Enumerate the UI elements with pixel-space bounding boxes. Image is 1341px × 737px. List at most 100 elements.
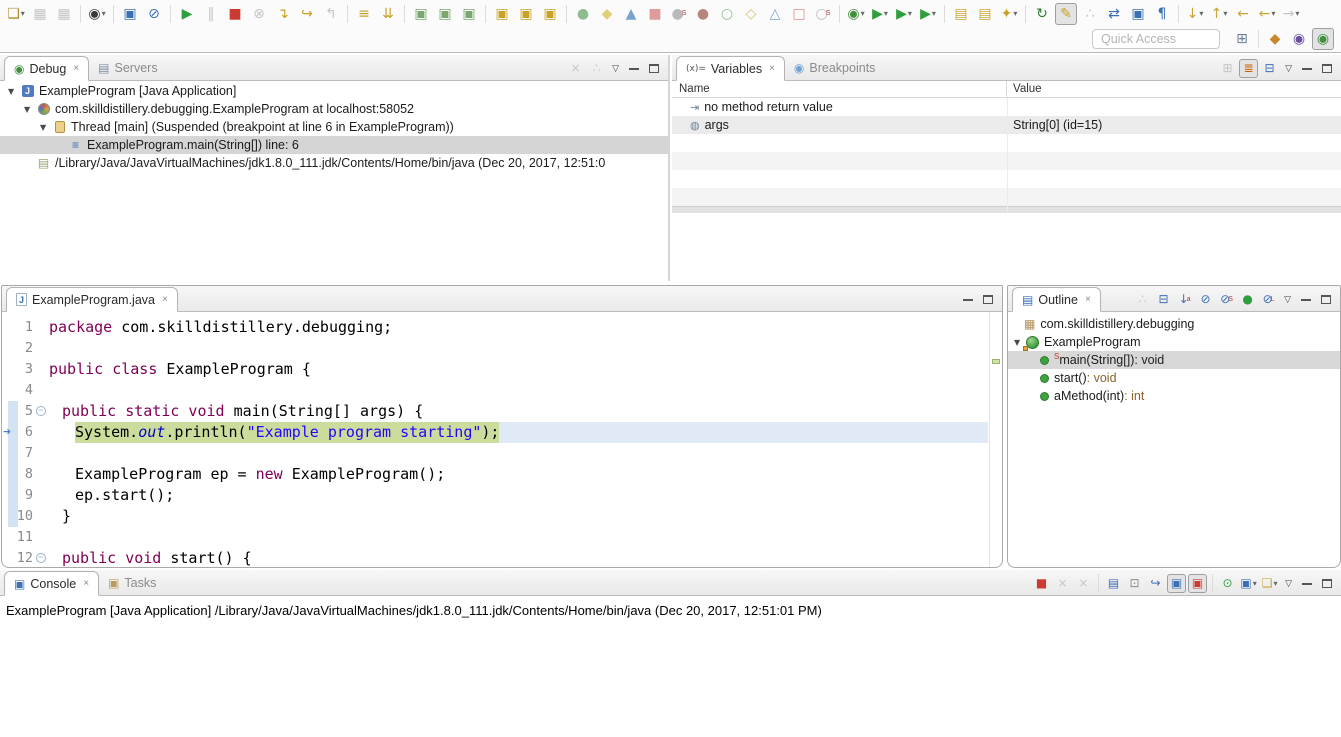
tab-outline[interactable]: ▤ Outline × [1012,287,1101,312]
layout-icon-1[interactable]: ▣ [410,3,432,25]
remove-all-launches-icon[interactable]: × [1074,574,1093,593]
step-into-icon[interactable]: ↴ [272,3,294,25]
maximize-icon[interactable] [983,295,993,304]
debug-perspective-icon[interactable]: ◉ [1312,28,1334,50]
close-icon[interactable]: × [162,294,168,305]
show-type-names-icon[interactable]: ⊞ [1218,59,1237,78]
minimize-icon[interactable] [1302,577,1312,585]
next-annotation-icon[interactable]: ↓▾ [1184,3,1206,25]
marker-gray-ring-s-icon[interactable]: ○S [812,3,834,25]
view-menu-icon[interactable]: ▽ [612,63,619,74]
tab-breakpoints[interactable]: ◉ Breakpoints [785,55,885,80]
column-name[interactable]: Name [672,81,1007,97]
debug-tree-item[interactable]: ▼Thread [main] (Suspended (breakpoint at… [0,118,668,136]
console-monitor-icon[interactable]: ▣ [119,3,141,25]
terminate-icon[interactable]: ■ [224,3,246,25]
debug-icon[interactable]: ◉▾ [845,3,867,25]
tab-variables[interactable]: (x)= Variables × [676,56,785,81]
layout-icon-3[interactable]: ▣ [458,3,480,25]
save-all-icon[interactable]: ▦ [53,3,75,25]
code-line[interactable]: 11 [2,527,1002,548]
pin-console-icon[interactable]: ⊙ [1218,574,1237,593]
show-stderr-icon[interactable]: ▣ [1188,574,1207,593]
display-console-icon[interactable]: ▣▾ [1239,574,1258,593]
quick-access-input[interactable] [1092,29,1220,49]
console-terminate-icon[interactable]: ■ [1032,574,1051,593]
maximize-icon[interactable] [649,64,659,73]
code-line[interactable]: 10} [2,506,1002,527]
hide-static-icon[interactable]: ⊘S [1217,290,1236,309]
close-icon[interactable]: × [1085,294,1091,305]
collapse-all-icon[interactable]: ⊟ [1154,290,1173,309]
tab-servers[interactable]: ▤ Servers [89,55,166,80]
close-icon[interactable]: × [769,63,775,74]
tab-tasks[interactable]: ▣ Tasks [99,570,165,595]
outline-item[interactable]: Smain(String[]) : void [1008,351,1340,369]
layout-icon-4[interactable]: ▣ [491,3,513,25]
remove-terminated-icon[interactable]: × [566,59,585,78]
code-line[interactable]: 5−public static void main(String[] args)… [2,401,1002,422]
new-wizard-icon[interactable]: ❏▾ [5,3,27,25]
view-menu-icon[interactable]: ▽ [1284,294,1291,305]
column-value[interactable]: Value [1007,81,1341,97]
disconnect-icon[interactable]: ⊗ [248,3,270,25]
view-dots-icon[interactable]: ∴ [587,59,606,78]
user-profile-icon[interactable]: ◉▾ [86,3,108,25]
step-filters-icon[interactable]: ≡ [353,3,375,25]
open-perspective-icon[interactable]: ⊞ [1231,28,1253,50]
code-line[interactable]: 7 [2,443,1002,464]
hide-non-public-icon[interactable]: ● [1238,290,1257,309]
outline-item[interactable]: start() : void [1008,369,1340,387]
java-perspective-icon[interactable]: ◉ [1288,28,1310,50]
code-line[interactable]: 2 [2,338,1002,359]
coverage-icon[interactable]: ▶▾ [893,3,915,25]
hide-local-types-icon[interactable]: ⊘L [1259,290,1278,309]
code-line[interactable]: 1package com.skilldistillery.debugging; [2,317,1002,338]
overview-marker-current-line[interactable] [992,359,1000,364]
code-line[interactable]: ➜6System.out.println("Example program st… [2,422,1002,443]
tab-console[interactable]: ▣ Console × [4,571,99,596]
code-line[interactable]: 4 [2,380,1002,401]
outline-item[interactable]: ▦com.skilldistillery.debugging [1008,315,1340,333]
word-wrap-icon[interactable]: ↪ [1146,574,1165,593]
hide-fields-icon[interactable]: ⊘ [1196,290,1215,309]
marker-gray-circle-s-icon[interactable]: ●S [668,3,690,25]
run-icon[interactable]: ▶▾ [869,3,891,25]
code-line[interactable]: 8ExampleProgram ep = new ExampleProgram(… [2,464,1002,485]
remove-launch-icon[interactable]: × [1053,574,1072,593]
clear-console-icon[interactable]: ▤ [1104,574,1123,593]
open-resource-icon[interactable]: ▤ [974,3,996,25]
show-logical-structures-icon[interactable]: ≣ [1239,59,1258,78]
tab-debug[interactable]: ◉ Debug × [4,56,89,81]
tab-editor-file[interactable]: J ExampleProgram.java × [6,287,178,312]
save-icon[interactable]: ▦ [29,3,51,25]
code-line[interactable]: 9ep.start(); [2,485,1002,506]
debug-tree-item[interactable]: ▼≡ExampleProgram.main(String[]) line: 6 [0,136,668,154]
minimize-icon[interactable] [963,293,973,301]
debug-tree-item[interactable]: ▼com.skilldistillery.debugging.ExamplePr… [0,100,668,118]
layout-icon-5[interactable]: ▣ [515,3,537,25]
back-icon[interactable]: ←▾ [1256,3,1278,25]
marker-red-square-icon[interactable]: ■ [644,3,666,25]
minimize-icon[interactable] [1301,293,1311,301]
debug-tree-item[interactable]: ▼JExampleProgram [Java Application] [0,82,668,100]
maximize-icon[interactable] [1322,64,1332,73]
view-menu-icon[interactable]: ▽ [1285,578,1292,589]
skip-breakpoints-icon[interactable]: ⊘ [143,3,165,25]
code-editor[interactable]: 1package com.skilldistillery.debugging;2… [2,312,1002,568]
marker-green-circle-icon[interactable]: ● [572,3,594,25]
show-stdout-icon[interactable]: ▣ [1167,574,1186,593]
previous-annotation-icon[interactable]: ↑▾ [1208,3,1230,25]
open-console-icon[interactable]: ❏▾ [1260,574,1279,593]
dots-icon[interactable]: ∴ [1079,3,1101,25]
minimize-icon[interactable] [629,62,639,70]
minimize-icon[interactable] [1302,62,1312,70]
open-type-icon[interactable]: ▤ [950,3,972,25]
forward-icon[interactable]: →▾ [1280,3,1302,25]
debug-tree-item[interactable]: ▼▤/Library/Java/JavaVirtualMachines/jdk1… [0,154,668,172]
fold-collapse-icon[interactable]: − [36,406,46,416]
step-over-icon[interactable]: ↪ [296,3,318,25]
marker-brown-sphere-icon[interactable]: ● [692,3,714,25]
marker-yellow-diamond-outline-icon[interactable]: ◇ [740,3,762,25]
close-icon[interactable]: × [73,63,79,74]
